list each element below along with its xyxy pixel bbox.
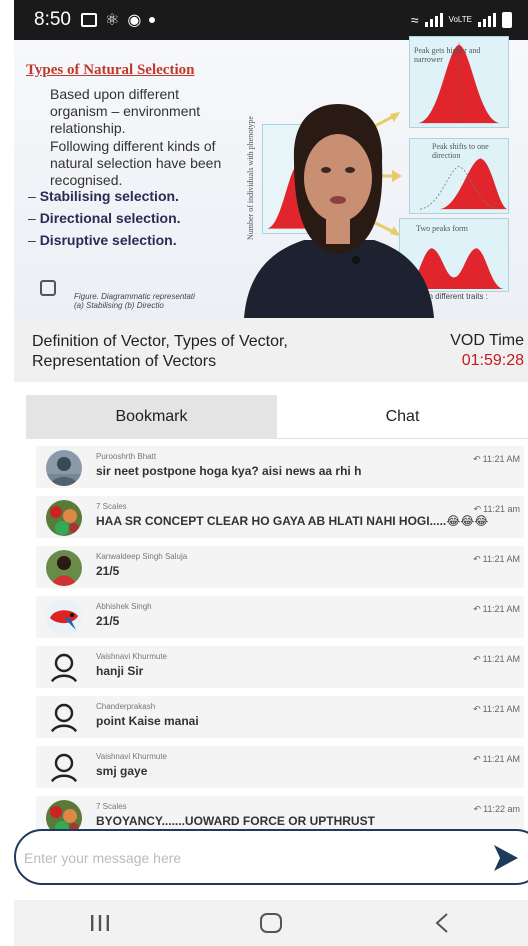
reply-icon: ↶ [473, 754, 481, 764]
chat-message: Chanderprakash point Kaise manai ↶ 11:21 … [36, 696, 524, 738]
message-time: ↶ 11:22 am [473, 804, 520, 814]
default-user-avatar [46, 650, 82, 686]
home-button[interactable] [241, 903, 301, 943]
signal-icon [424, 13, 443, 27]
status-time: 8:50 [34, 9, 71, 30]
lecture-video[interactable]: Types of Natural Selection Based upon di… [14, 36, 528, 318]
figure-box-icon [40, 280, 56, 296]
slide-bullet: Stabilising selection. [28, 188, 181, 204]
reply-icon: ↶ [473, 504, 482, 514]
reply-icon: ↶ [473, 804, 482, 814]
reply-icon: ↶ [473, 604, 481, 614]
reply-icon: ↶ [473, 554, 481, 564]
slide-bullet: Directional selection. [28, 210, 181, 226]
avatar [46, 600, 82, 636]
figure-caption: Figure. Diagrammatic representati (a) Sta… [74, 292, 195, 310]
default-user-avatar [46, 700, 82, 736]
photo-avatar [46, 500, 82, 536]
notification-icon: ⚛ [104, 12, 120, 29]
system-nav-bar [14, 900, 528, 946]
recent-apps-button[interactable] [70, 903, 130, 943]
reply-icon: ↶ [473, 654, 481, 664]
chat-message: Purooshrth Bhatt sir neet postpone hoga … [36, 446, 524, 488]
back-button[interactable] [412, 903, 472, 943]
volte-icon: VoLTE [448, 15, 472, 24]
user-icon [46, 650, 82, 686]
gallery-icon [80, 13, 97, 27]
chat-message: Vaishnavi Khurmute smj gaye ↶ 11:21 AM [36, 746, 524, 788]
message-time: ↶ 11:21 AM [473, 704, 520, 714]
sender-name: Abhishek Singh [96, 602, 152, 611]
message-time: ↶ 11:21 AM [473, 604, 520, 614]
message-time: ↶ 11:21 AM [473, 554, 520, 564]
browser-icon: ◉ [127, 12, 142, 29]
chat-message: Kanwaldeep Singh Saluja 21/5 ↶ 11:21 AM [36, 546, 524, 588]
photo-avatar [46, 550, 82, 586]
message-text: sir neet postpone hoga kya? aisi news aa… [96, 464, 362, 478]
home-icon [259, 913, 282, 933]
sender-name: Vaishnavi Khurmute [96, 752, 167, 761]
photo-avatar [46, 600, 82, 636]
message-time: ↶ 11:21 AM [473, 454, 520, 464]
lecture-info: Definition of Vector, Types of Vector, R… [14, 318, 528, 382]
message-text: HAA SR CONCEPT CLEAR HO GAYA AB HLATI NA… [96, 514, 489, 528]
battery-icon [502, 12, 512, 28]
message-text: hanji Sir [96, 664, 144, 678]
user-icon [46, 700, 82, 736]
message-text: 21/5 [96, 564, 120, 578]
chat-message: Abhishek Singh 21/5 ↶ 11:21 AM [36, 596, 524, 638]
avatar [46, 550, 82, 586]
status-bar: 8:50 ⚛ ◉ ≈ VoLTE [14, 0, 528, 40]
message-text: BYOYANCY.......UOWARD FORCE OR UPTHRUST [96, 814, 375, 828]
slide-bullets: Stabilising selection. Directional selec… [28, 188, 181, 254]
reply-icon: ↶ [473, 454, 481, 464]
graph-label: Peak gets higher and narrower [414, 46, 481, 64]
avatar [46, 450, 82, 486]
message-text: 21/5 [96, 614, 120, 628]
chat-message: Vaishnavi Khurmute hanji Sir ↶ 11:21 AM [36, 646, 524, 688]
user-icon [46, 750, 82, 786]
message-input[interactable] [24, 845, 484, 871]
message-text: smj gaye [96, 764, 148, 778]
sender-name: Vaishnavi Khurmute [96, 652, 167, 661]
message-time: ↶ 11:21 am [473, 504, 520, 514]
presenter-image [244, 104, 434, 318]
message-composer [14, 829, 528, 885]
dot-icon [149, 17, 156, 23]
chat-message: 7 Scales HAA SR CONCEPT CLEAR HO GAYA AB… [36, 496, 524, 538]
sender-name: 7 Scales [96, 802, 127, 811]
avatar [46, 500, 82, 536]
video-area: 8:50 ⚛ ◉ ≈ VoLTE Types of Natural Select… [14, 0, 528, 318]
signal-2-icon [478, 13, 496, 27]
lecture-title: Definition of Vector, Types of Vector, R… [32, 333, 288, 370]
tab-bookmark[interactable]: Bookmark [26, 395, 277, 439]
slide-title: Types of Natural Selection [26, 62, 195, 78]
vod-label: VOD Time [450, 332, 524, 349]
wifi-icon: ≈ [410, 12, 419, 28]
send-icon[interactable] [492, 843, 520, 873]
back-icon [435, 913, 448, 933]
slide-paragraph: Following different kinds of natural sel… [50, 138, 222, 188]
sender-name: Chanderprakash [96, 702, 156, 711]
slide-paragraph: Based upon different organism – environm… [50, 86, 201, 136]
sender-name: Kanwaldeep Singh Saluja [96, 552, 188, 561]
recent-apps-icon [90, 915, 109, 931]
vod-time: 01:59:28 [461, 352, 524, 369]
photo-avatar [46, 450, 82, 486]
sender-name: Purooshrth Bhatt [96, 452, 157, 461]
message-time: ↶ 11:21 AM [473, 654, 520, 664]
message-time: ↶ 11:21 AM [473, 754, 520, 764]
message-text: point Kaise manai [96, 714, 199, 728]
slide-bullet: Disruptive selection. [28, 232, 181, 248]
sender-name: 7 Scales [96, 502, 127, 511]
tab-chat[interactable]: Chat [277, 395, 528, 439]
default-user-avatar [46, 750, 82, 786]
reply-icon: ↶ [473, 704, 481, 714]
tab-bar: Bookmark Chat [26, 395, 528, 439]
